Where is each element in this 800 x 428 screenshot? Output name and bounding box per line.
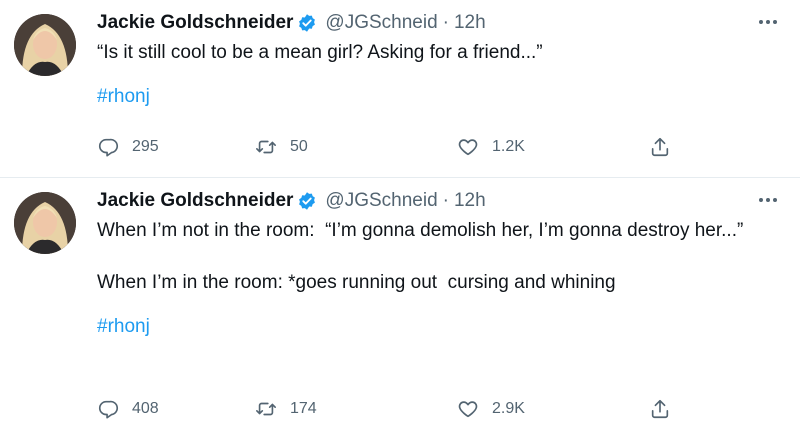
retweet-button[interactable]: 174 bbox=[255, 396, 317, 422]
share-icon bbox=[651, 399, 669, 419]
reply-button[interactable]: 408 bbox=[97, 396, 159, 422]
tweet-text: “Is it still cool to be a mean girl? Ask… bbox=[97, 42, 543, 63]
reply-icon bbox=[98, 400, 118, 419]
reply-count: 295 bbox=[132, 138, 159, 155]
share-icon bbox=[651, 137, 669, 157]
reply-count: 408 bbox=[132, 400, 159, 417]
like-count: 2.9K bbox=[492, 400, 525, 417]
hashtag-link[interactable]: #rhonj bbox=[97, 84, 780, 110]
retweet-count: 50 bbox=[290, 138, 308, 155]
tweet[interactable]: Jackie Goldschneider @JGSchneid · 12h Wh… bbox=[0, 178, 800, 428]
tweet-actions: 295 50 1.2K bbox=[97, 134, 697, 160]
meta-separator: · bbox=[442, 190, 449, 211]
retweet-button[interactable]: 50 bbox=[255, 134, 308, 160]
retweet-icon bbox=[256, 140, 276, 154]
avatar[interactable] bbox=[14, 14, 76, 76]
more-icon[interactable] bbox=[756, 14, 780, 30]
like-count: 1.2K bbox=[492, 138, 525, 155]
tweet-actions: 408 174 2.9K bbox=[97, 396, 697, 422]
like-icon bbox=[458, 139, 478, 156]
reply-icon bbox=[98, 138, 118, 157]
like-button[interactable]: 2.9K bbox=[457, 396, 525, 422]
tweet[interactable]: Jackie Goldschneider @JGSchneid · 12h “I… bbox=[0, 0, 800, 178]
tweet-text: When I’m not in the room: “I’m gonna dem… bbox=[97, 220, 744, 293]
like-icon bbox=[458, 401, 478, 418]
retweet-icon bbox=[256, 402, 276, 416]
author-handle[interactable]: @JGSchneid bbox=[325, 10, 437, 36]
hashtag-link[interactable]: #rhonj bbox=[97, 314, 780, 340]
share-button[interactable] bbox=[649, 134, 671, 160]
meta-separator: · bbox=[442, 12, 449, 33]
share-button[interactable] bbox=[649, 396, 671, 422]
tweet-timestamp[interactable]: 12h bbox=[454, 188, 486, 214]
like-button[interactable]: 1.2K bbox=[457, 134, 525, 160]
author-handle[interactable]: @JGSchneid bbox=[325, 188, 437, 214]
author-name[interactable]: Jackie Goldschneider bbox=[97, 10, 293, 36]
author-name[interactable]: Jackie Goldschneider bbox=[97, 188, 293, 214]
retweet-count: 174 bbox=[290, 400, 317, 417]
more-icon[interactable] bbox=[756, 192, 780, 208]
reply-button[interactable]: 295 bbox=[97, 134, 159, 160]
tweet-timestamp[interactable]: 12h bbox=[454, 10, 486, 36]
avatar[interactable] bbox=[14, 192, 76, 254]
verified-badge-icon bbox=[297, 191, 317, 211]
verified-badge-icon bbox=[297, 13, 317, 33]
